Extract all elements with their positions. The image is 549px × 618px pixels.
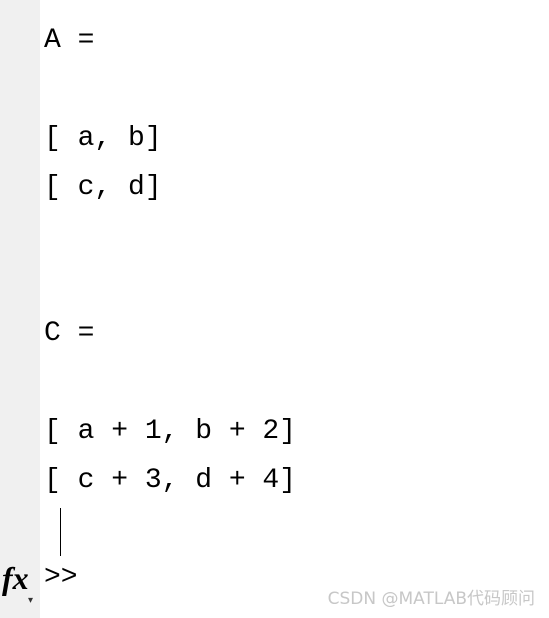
- function-browser-icon[interactable]: fx: [2, 560, 29, 596]
- text-cursor: [60, 508, 61, 556]
- output-variable-c-header: C =: [44, 318, 95, 349]
- command-window-gutter: [0, 0, 40, 618]
- watermark: CSDN @MATLAB代码顾问: [327, 589, 535, 609]
- matlab-command-window[interactable]: A = [ a, b] [ c, d] C = [ a + 1, b + 2] …: [0, 0, 549, 618]
- output-matrix-c-row-2: [ c + 3, d + 4]: [44, 465, 297, 496]
- chevron-down-icon[interactable]: ▾: [28, 596, 33, 606]
- command-prompt[interactable]: >>: [44, 563, 78, 593]
- output-matrix-c-row-1: [ a + 1, b + 2]: [44, 416, 297, 447]
- output-matrix-a-row-2: [ c, d]: [44, 172, 162, 203]
- output-matrix-a-row-1: [ a, b]: [44, 123, 162, 154]
- output-variable-a-header: A =: [44, 25, 95, 56]
